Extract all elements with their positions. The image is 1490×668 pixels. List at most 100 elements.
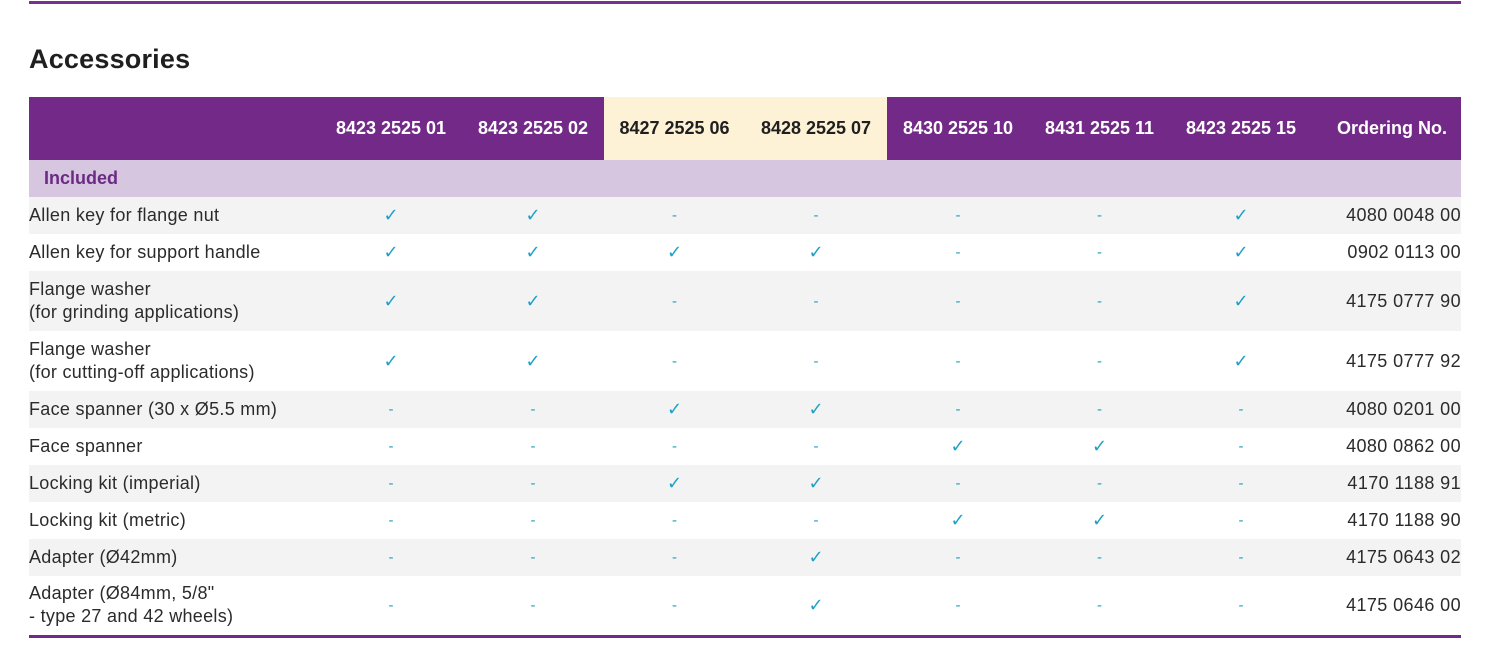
dash-icon: - [887,331,1029,391]
dash-icon: - [462,391,604,428]
check-icon: ✓ [462,197,604,234]
accessory-name-line: Locking kit (imperial) [29,473,201,493]
table-row: Flange washer (for grinding applications)… [29,271,1461,331]
column-header: 8423 2525 01 [320,97,462,160]
accessory-name-line: Allen key for support handle [29,242,261,262]
section-title: Accessories [29,44,191,74]
check-icon: ✓ [1170,197,1312,234]
dash-icon: - [887,576,1029,636]
check-icon: ✓ [1029,428,1170,465]
check-icon: ✓ [462,331,604,391]
ordering-number: 4170 1188 91 [1312,465,1461,502]
accessory-name-line: Adapter (Ø84mm, 5/8" [29,583,215,604]
check-icon: ✓ [1170,234,1312,271]
accessory-name: Flange washer (for cutting-off applicatio… [29,331,320,391]
table-row: Locking kit (imperial) - - ✓ ✓ - - -4170 1188 9… [29,465,1461,502]
dash-icon: - [462,502,604,539]
dash-icon: - [320,539,462,576]
column-header: 8431 2525 11 [1029,97,1170,160]
dash-icon: - [745,428,887,465]
dash-icon: - [1029,271,1170,331]
dash-icon: - [745,197,887,234]
dash-icon: - [1170,502,1312,539]
dash-icon: - [320,502,462,539]
table-row: Adapter (Ø42mm) - - - ✓ - - -4175 0643 02 [29,539,1461,576]
accessory-name-line: Allen key for flange nut [29,205,220,225]
dash-icon: - [1170,539,1312,576]
table-row: Allen key for support handle ✓ ✓ ✓ ✓ - - ✓ 0902 … [29,234,1461,271]
dash-icon: - [462,428,604,465]
dash-icon: - [1170,576,1312,636]
dash-icon: - [887,234,1029,271]
accessory-name: Adapter (Ø42mm) [29,539,320,576]
accessory-name-line: Adapter (Ø42mm) [29,547,178,567]
accessory-name: Adapter (Ø84mm, 5/8" - type 27 and 42 whe… [29,576,320,636]
accessory-name-line: Face spanner (30 x Ø5.5 mm) [29,399,278,419]
accessory-name: Flange washer (for grinding applications) [29,271,320,331]
check-icon: ✓ [462,234,604,271]
dash-icon: - [1170,465,1312,502]
column-header: 8423 2525 15 [1170,97,1312,160]
dash-icon: - [1029,197,1170,234]
accessory-name-line: Flange washer [29,339,151,359]
dash-icon: - [462,576,604,636]
check-icon: ✓ [1170,331,1312,391]
accessory-name-line: (for cutting-off applications) [29,362,255,382]
accessory-name-line: Locking kit (metric) [29,510,187,530]
accessory-name: Allen key for support handle [29,234,320,271]
accessory-name: Locking kit (metric) [29,502,320,539]
dash-icon: - [1029,331,1170,391]
check-icon: ✓ [745,576,887,636]
ordering-number: 4175 0777 92 [1312,331,1461,391]
dash-icon: - [604,576,745,636]
dash-icon: - [604,197,745,234]
accessory-name: Face spanner [29,428,320,465]
check-icon: ✓ [320,331,462,391]
group-label: Included [29,160,1461,197]
check-icon: ✓ [1029,502,1170,539]
check-icon: ✓ [604,391,745,428]
ordering-number: 4080 0048 00 [1312,197,1461,234]
table-row: Adapter (Ø84mm, 5/8" - type 27 and 42 whe… [29,576,1461,636]
table-row: Locking kit (metric) - - - - ✓ ✓ -4170 1188 90 [29,502,1461,539]
column-header-highlighted: 8428 2525 07 [745,97,887,160]
column-header-highlighted: 8427 2525 06 [604,97,745,160]
check-icon: ✓ [320,234,462,271]
table-row: Face spanner (30 x Ø5.5 mm) - - ✓ ✓ - - -4080 0… [29,391,1461,428]
accessory-name: Locking kit (imperial) [29,465,320,502]
dash-icon: - [1029,234,1170,271]
check-icon: ✓ [745,391,887,428]
ordering-number: 4175 0643 02 [1312,539,1461,576]
accessory-name-line: (for grinding applications) [29,302,240,322]
dash-icon: - [887,539,1029,576]
ordering-number: 4080 0201 00 [1312,391,1461,428]
check-icon: ✓ [1170,271,1312,331]
check-icon: ✓ [604,465,745,502]
column-header: 8423 2525 02 [462,97,604,160]
dash-icon: - [320,465,462,502]
check-icon: ✓ [745,465,887,502]
dash-icon: - [320,428,462,465]
accessories-table: 8423 2525 01 8423 2525 02 8427 2525 06 8… [29,97,1461,638]
table-row: Flange washer (for cutting-off applicatio… [29,331,1461,391]
dash-icon: - [320,576,462,636]
accessory-name-line: Face spanner [29,436,143,456]
accessory-name: Face spanner (30 x Ø5.5 mm) [29,391,320,428]
ordering-number: 0902 0113 00 [1312,234,1461,271]
accessory-name-line: - type 27 and 42 wheels) [29,606,234,627]
check-icon: ✓ [745,234,887,271]
dash-icon: - [1170,391,1312,428]
check-icon: ✓ [462,271,604,331]
dash-icon: - [887,197,1029,234]
dash-icon: - [1029,539,1170,576]
dash-icon: - [745,331,887,391]
header-row: 8423 2525 01 8423 2525 02 8427 2525 06 8… [29,97,1461,160]
table-row: Face spanner - - - - ✓ ✓ -4080 0862 00 [29,428,1461,465]
dash-icon: - [462,539,604,576]
check-icon: ✓ [745,539,887,576]
group-row: Included [29,160,1461,197]
ordering-number: 4080 0862 00 [1312,428,1461,465]
dash-icon: - [462,465,604,502]
ordering-number: 4175 0646 00 [1312,576,1461,636]
check-icon: ✓ [887,428,1029,465]
